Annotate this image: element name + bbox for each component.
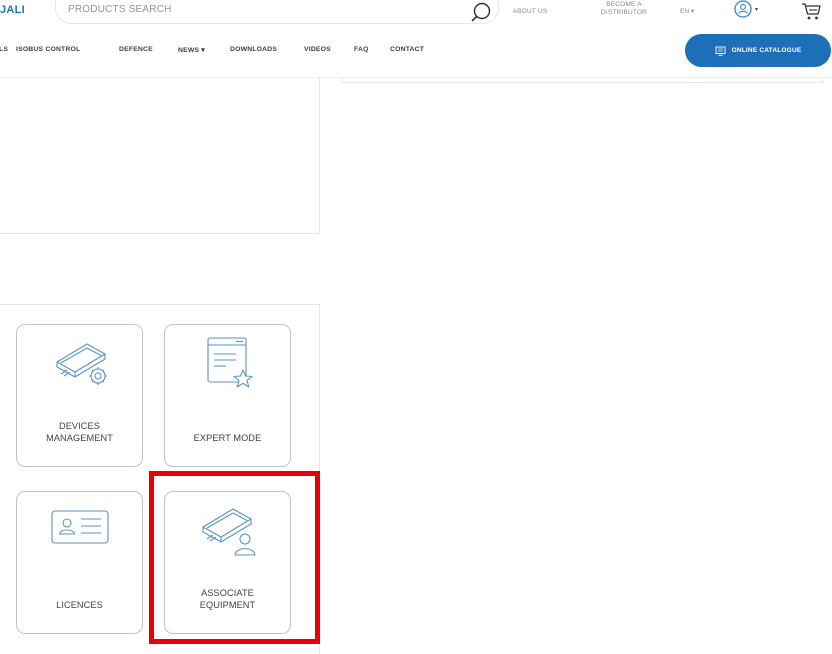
search-input[interactable] xyxy=(66,0,446,18)
content-panel-top xyxy=(0,78,320,234)
nav-item-news[interactable]: NEWS ▾ xyxy=(178,46,205,54)
brand-logo-text[interactable]: JALI xyxy=(0,4,25,16)
language-selector[interactable]: EN ▾ xyxy=(680,7,694,15)
nav-item-faq[interactable]: FAQ xyxy=(354,46,369,53)
nav-item-downloads[interactable]: DOWNLOADS xyxy=(230,46,277,53)
content-panel-right xyxy=(341,78,823,83)
tile-label: DEVICES MANAGEMENT xyxy=(46,421,113,443)
device-user-icon xyxy=(201,508,256,556)
tile-label: EXPERT MODE xyxy=(193,433,262,443)
tile-devices-management[interactable]: DEVICES MANAGEMENT xyxy=(16,324,143,467)
id-card-icon xyxy=(50,510,109,544)
nav-item-isobus-control[interactable]: ISOBUS CONTROL xyxy=(16,46,80,53)
tile-label: LICENCES xyxy=(56,600,103,610)
cart-icon[interactable] xyxy=(800,0,822,22)
search-icon[interactable] xyxy=(470,1,492,23)
user-account-icon[interactable]: ▾ xyxy=(733,0,763,20)
nav-item-defence[interactable]: DEFENCE xyxy=(119,46,153,53)
top-bar: JALI ABOUT US BECOME A DISTRIBUTOR EN ▾ … xyxy=(0,0,832,27)
document-star-icon xyxy=(206,337,253,388)
online-catalogue-button[interactable]: ONLINE CATALOGUE xyxy=(685,34,831,67)
tile-label: ASSOCIATE EQUIPMENT xyxy=(199,588,256,610)
device-gear-icon xyxy=(55,343,107,385)
search-box xyxy=(55,0,499,24)
nav-item-contact[interactable]: CONTACT xyxy=(390,46,424,53)
monitor-icon xyxy=(715,46,726,56)
become-distributor-link[interactable]: BECOME A DISTRIBUTOR xyxy=(586,1,662,17)
online-catalogue-label: ONLINE CATALOGUE xyxy=(731,47,802,54)
tile-expert-mode[interactable]: EXPERT MODE xyxy=(164,324,291,467)
about-us-link[interactable]: ABOUT US xyxy=(506,8,554,16)
user-menu-caret: ▾ xyxy=(755,6,758,13)
nav-item-videos[interactable]: VIDEOS xyxy=(304,46,331,53)
main-nav: LS ISOBUS CONTROL DEFENCE NEWS ▾ DOWNLOA… xyxy=(0,40,680,60)
tile-associate-equipment[interactable]: ASSOCIATE EQUIPMENT xyxy=(164,491,291,634)
nav-item-tools[interactable]: LS xyxy=(0,46,8,53)
tile-licences[interactable]: LICENCES xyxy=(16,491,143,634)
